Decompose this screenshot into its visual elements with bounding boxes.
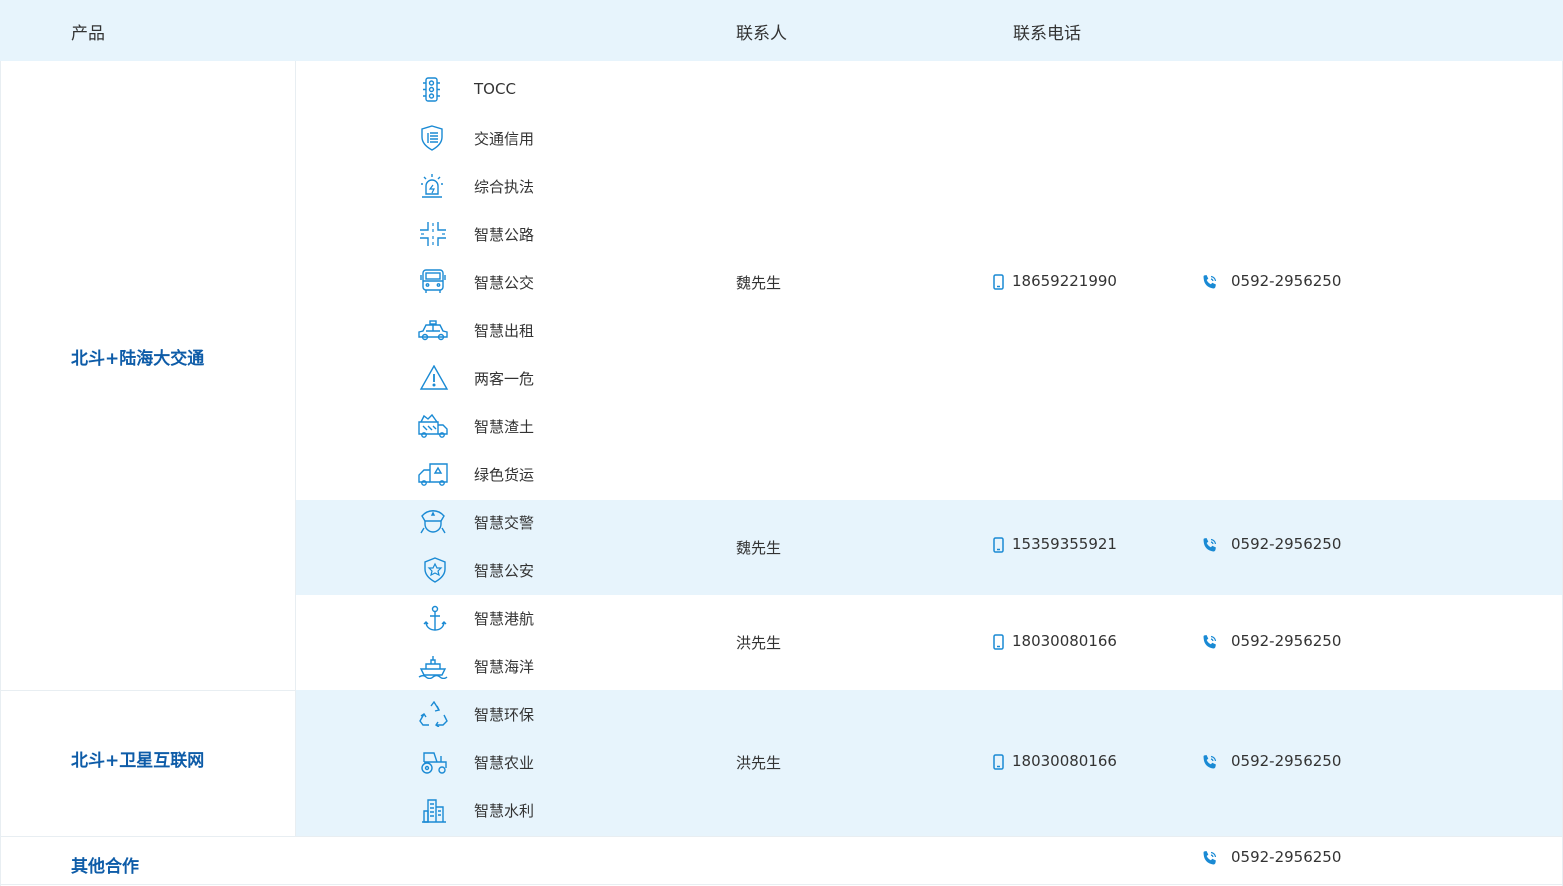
product-label: 智慧出租: [474, 322, 535, 340]
landline-number-value: 0592-2956250: [1231, 535, 1342, 553]
product-label: 智慧水利: [474, 802, 535, 820]
landline-number-value: 0592-2956250: [1231, 632, 1342, 650]
product-item[interactable]: 交通信用: [416, 125, 716, 151]
product-label: 智慧公路: [474, 226, 535, 244]
table-header: 产品 联系人 联系电话: [0, 0, 1563, 61]
recycle-icon: [416, 700, 450, 728]
taxi-icon: [416, 317, 450, 343]
header-contact: 联系人: [736, 24, 787, 44]
traffic-light-icon: [416, 77, 450, 103]
product-label: 智慧环保: [474, 706, 535, 724]
category-beidou-transport: 北斗+陆海大交通: [71, 349, 205, 369]
alarm-siren-icon: [416, 173, 450, 199]
product-label: 智慧公交: [474, 274, 535, 292]
telephone-icon: [1203, 851, 1217, 865]
mobile-number-value: 18030080166: [1012, 752, 1117, 770]
contact-name: 洪先生: [736, 754, 782, 772]
category-beidou-satellite: 北斗+卫星互联网: [71, 751, 205, 771]
telephone-icon: [1203, 635, 1217, 649]
landline-number-value: 0592-2956250: [1231, 848, 1342, 866]
product-label: 智慧交警: [474, 514, 535, 532]
mobile-phone-icon: [993, 537, 1004, 553]
dump-truck-icon: [416, 413, 450, 439]
header-product: 产品: [71, 24, 105, 44]
mobile-phone-icon: [993, 634, 1004, 650]
product-label: 智慧公安: [474, 562, 535, 580]
grid-line: [295, 61, 296, 836]
product-label: 智慧港航: [474, 610, 535, 628]
mobile-number-value: 15359355921: [1012, 535, 1117, 553]
contact-name: 魏先生: [736, 539, 782, 557]
grid-line: [0, 690, 296, 691]
product-label: TOCC: [474, 80, 516, 98]
water-building-icon: [416, 797, 450, 823]
product-item[interactable]: 综合执法: [416, 173, 716, 199]
mobile-number-value: 18659221990: [1012, 272, 1117, 290]
product-label: 交通信用: [474, 130, 535, 148]
mobile-phone-icon: [993, 754, 1004, 770]
landline-number-value: 0592-2956250: [1231, 272, 1342, 290]
grid-line: [0, 836, 1563, 837]
product-label: 智慧海洋: [474, 658, 535, 676]
bus-icon: [416, 269, 450, 295]
police-badge-icon: [416, 557, 450, 583]
telephone-icon: [1203, 275, 1217, 289]
product-label: 两客一危: [474, 370, 535, 388]
product-label: 智慧农业: [474, 754, 535, 772]
product-item[interactable]: 智慧公路: [416, 221, 716, 247]
contact-name: 洪先生: [736, 634, 782, 652]
product-item[interactable]: 智慧公安: [416, 557, 716, 583]
telephone-icon: [1203, 538, 1217, 552]
product-item[interactable]: 智慧农业: [416, 749, 716, 775]
product-item[interactable]: TOCC: [416, 77, 716, 103]
mobile-number-value: 18030080166: [1012, 632, 1117, 650]
telephone-icon: [1203, 755, 1217, 769]
product-label: 综合执法: [474, 178, 535, 196]
freight-truck-icon: [416, 461, 450, 487]
product-item[interactable]: 智慧交警: [416, 509, 716, 535]
product-item[interactable]: 智慧海洋: [416, 653, 716, 680]
product-item[interactable]: 智慧出租: [416, 317, 716, 343]
product-item[interactable]: 智慧环保: [416, 700, 716, 728]
product-label: 绿色货运: [474, 466, 535, 484]
mobile-phone-icon: [993, 274, 1004, 290]
header-phone: 联系电话: [1013, 24, 1081, 44]
anchor-icon: [416, 605, 450, 631]
tractor-icon: [416, 749, 450, 775]
contact-name: 魏先生: [736, 274, 782, 292]
ship-icon: [416, 653, 450, 680]
product-item[interactable]: 智慧水利: [416, 797, 716, 823]
category-other: 其他合作: [71, 857, 139, 877]
road-junction-icon: [416, 221, 450, 247]
product-item[interactable]: 绿色货运: [416, 461, 716, 487]
product-item[interactable]: 智慧港航: [416, 605, 716, 631]
landline-number-value: 0592-2956250: [1231, 752, 1342, 770]
product-item[interactable]: 两客一危: [416, 364, 716, 391]
grid-line: [0, 61, 1, 886]
product-item[interactable]: 智慧公交: [416, 269, 716, 295]
credit-shield-icon: [416, 125, 450, 151]
product-item[interactable]: 智慧渣土: [416, 413, 716, 439]
product-label: 智慧渣土: [474, 418, 535, 436]
grid-line: [0, 884, 1563, 885]
warning-triangle-icon: [416, 364, 450, 391]
police-cap-icon: [416, 509, 450, 535]
